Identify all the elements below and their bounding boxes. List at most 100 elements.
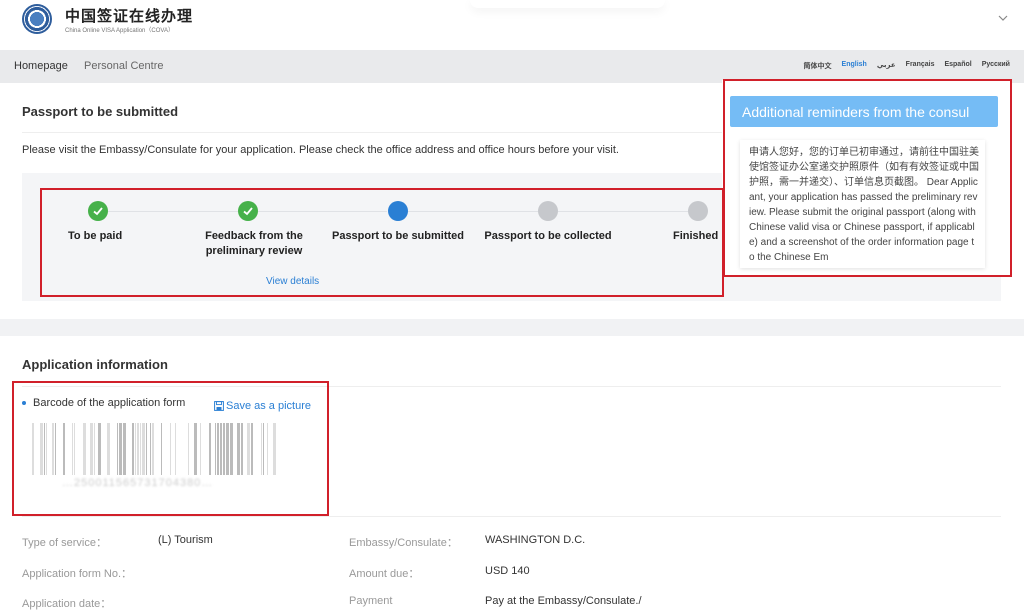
barcode-bar [98, 423, 101, 475]
pending-step-icon [538, 201, 558, 221]
field-application-date-key: Application date： [22, 598, 112, 610]
step-label: To be paid [68, 230, 123, 242]
field-type-of-service-key: Type of service： [22, 537, 107, 549]
barcode-bar [52, 423, 54, 475]
breadcrumb-personal-centre[interactable]: Personal Centre [84, 60, 164, 72]
step-passport-submitted: Passport to be submitted [328, 201, 468, 244]
status-title: Passport to be submitted [22, 104, 179, 119]
field-form-no-key: Application form No.： [22, 568, 133, 580]
barcode-bar [188, 423, 189, 475]
barcode-bar [117, 423, 118, 475]
barcode-bar [220, 423, 222, 475]
chevron-down-icon[interactable] [998, 14, 1008, 25]
barcode-bar [123, 423, 126, 475]
field-embassy-key: Embassy/Consulate： [349, 537, 458, 549]
pending-step-icon [688, 201, 708, 221]
barcode-bar [132, 423, 134, 475]
site-title: 中国签证在线办理 [65, 7, 194, 25]
emblem-seal-icon [22, 4, 52, 34]
barcode-bar [152, 423, 154, 475]
barcode-bar [150, 423, 151, 475]
field-embassy-value: WASHINGTON D.C. [485, 534, 586, 546]
barcode-bar [194, 423, 197, 475]
barcode-bar [137, 423, 139, 475]
step-label: Feedback from the preliminary review [205, 230, 303, 257]
view-details-link[interactable]: View details [266, 276, 319, 287]
barcode-bar [237, 423, 240, 475]
site-header: 中国签证在线办理 China Online VISA Application（C… [0, 0, 1024, 50]
barcode-bar [63, 423, 65, 475]
save-as-picture-link[interactable]: Save as a picture [214, 400, 311, 412]
barcode-bar [247, 423, 250, 475]
barcode-bar [119, 423, 122, 475]
step-label: Passport to be submitted [331, 230, 465, 242]
barcode-bar [200, 423, 201, 475]
barcode-bar [241, 423, 243, 475]
barcode-bar [175, 423, 176, 475]
barcode-bar [32, 423, 34, 475]
barcode-bar [226, 423, 229, 475]
header-decoration [470, 0, 665, 8]
barcode-bar [223, 423, 225, 475]
barcode-bar [161, 423, 162, 475]
additional-reminders-button[interactable]: Additional reminders from the consul [730, 96, 998, 127]
barcode-bar [267, 423, 268, 475]
lang-russian[interactable]: Русский [982, 61, 1010, 71]
divider [22, 132, 722, 133]
save-icon [214, 401, 224, 411]
barcode-bar [44, 423, 45, 475]
status-note: Please visit the Embassy/Consulate for y… [22, 144, 619, 156]
application-card: Application information Barcode of the a… [0, 336, 1024, 610]
barcode-bar [230, 423, 233, 475]
reminder-panel: Additional reminders from the consul 申请人… [722, 80, 1012, 277]
barcode-bar [107, 423, 110, 475]
barcode-bar [217, 423, 219, 475]
breadcrumb: Homepage Personal Centre 简体中文 English عر… [0, 50, 1024, 83]
field-amount-key: Amount due： [349, 568, 420, 580]
barcode-bar [72, 423, 73, 475]
language-switcher: 简体中文 English عربي Français Español Русск… [804, 61, 1010, 71]
barcode-bar [251, 423, 253, 475]
barcode-bar [135, 423, 136, 475]
barcode-bar [140, 423, 141, 475]
lang-french[interactable]: Français [906, 61, 935, 71]
check-icon [238, 201, 258, 221]
field-amount-value: USD 140 [485, 565, 530, 577]
barcode-bar [83, 423, 86, 475]
barcode-bar [263, 423, 264, 475]
barcode-number: …250011565731704380… [62, 477, 214, 489]
bullet-icon [22, 401, 26, 405]
field-type-of-service-value: (L) Tourism [158, 534, 213, 546]
barcode-label: Barcode of the application form [33, 397, 186, 409]
barcode-bar [261, 423, 262, 475]
field-payment-key: Payment [349, 595, 393, 607]
barcode-bar [74, 423, 75, 475]
step-label: Passport to be collected [484, 230, 612, 242]
step-feedback: Feedback from the preliminary review [178, 201, 318, 259]
check-icon [88, 201, 108, 221]
barcode-bar [170, 423, 171, 475]
divider [22, 516, 1001, 517]
divider [22, 386, 1001, 387]
barcode-bar [273, 423, 276, 475]
field-payment-value: Pay at the Embassy/Consulate./ [485, 595, 642, 607]
barcode-bar [215, 423, 216, 475]
save-as-picture-label: Save as a picture [226, 400, 311, 412]
breadcrumb-homepage[interactable]: Homepage [14, 60, 68, 72]
barcode-bar [90, 423, 93, 475]
barcode-bar [55, 423, 56, 475]
lang-english[interactable]: English [842, 61, 867, 71]
barcode-bar [94, 423, 95, 475]
step-passport-collected: Passport to be collected [478, 201, 618, 244]
lang-arabic[interactable]: عربي [877, 61, 896, 71]
barcode-image [32, 423, 276, 475]
reminder-message: 申请人您好，您的订单已初审通过，请前往中国驻美使馆签证办公室递交护照原件（如有有… [740, 140, 985, 268]
barcode-bar [146, 423, 147, 475]
barcode-bar [209, 423, 211, 475]
lang-chinese[interactable]: 简体中文 [804, 61, 832, 71]
application-title: Application information [22, 357, 168, 372]
site-subtitle: China Online VISA Application（COVA） [65, 28, 174, 34]
barcode-bar [142, 423, 145, 475]
barcode-bar [46, 423, 47, 475]
lang-spanish[interactable]: Español [944, 61, 971, 71]
